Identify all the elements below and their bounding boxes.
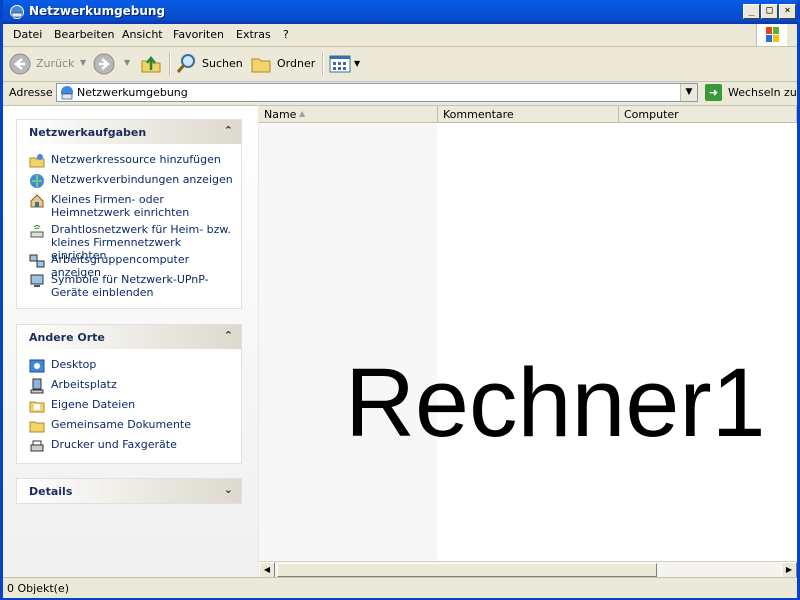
wireless-network-icon (30, 225, 44, 238)
address-dropdown-icon[interactable]: ▼ (680, 84, 697, 101)
back-button[interactable]: Zurück (9, 52, 79, 76)
address-bar: Adresse Netzwerkumgebung ▼ ➜ Wechseln zu (3, 82, 797, 104)
details-panel: Details ⌄ (16, 478, 242, 504)
windows-logo (756, 24, 787, 46)
menu-ansicht[interactable]: Ansicht (122, 28, 163, 41)
place-label: Drucker und Faxgeräte (51, 438, 177, 451)
forward-button[interactable] (93, 52, 117, 76)
status-bar: 0 Objekt(e) (3, 577, 797, 598)
up-folder-button[interactable] (140, 52, 164, 76)
back-label: Zurück (36, 57, 75, 70)
search-icon (176, 54, 195, 73)
back-dropdown-icon[interactable]: ▼ (80, 58, 86, 67)
upnp-devices-icon (30, 274, 44, 287)
toolbar-separator (169, 52, 171, 76)
explorer-window: Netzwerkumgebung _ □ × Datei Bearbeiten … (0, 0, 800, 600)
status-text: 0 Objekt(e) (7, 582, 69, 595)
column-header-label: Name (264, 108, 297, 121)
details-header[interactable]: Details ⌄ (17, 479, 241, 503)
horizontal-scrollbar[interactable]: ◀ ▶ (259, 561, 797, 578)
column-header-label: Computer (624, 108, 679, 121)
go-label: Wechseln zu (728, 86, 797, 99)
column-header-computer[interactable]: Computer (619, 106, 797, 123)
place-label: Arbeitsplatz (51, 378, 117, 391)
shared-documents-icon (29, 421, 45, 433)
network-places-icon (10, 5, 24, 19)
windows-flag-icon (766, 27, 779, 42)
column-header-name[interactable]: Name ▲ (259, 106, 438, 123)
my-computer-icon (30, 378, 44, 394)
close-button[interactable]: × (779, 4, 796, 19)
task-show-upnp-icons[interactable]: Symbole für Netzwerk-UPnP-Geräte einblen… (29, 273, 234, 301)
title-bar[interactable]: Netzwerkumgebung _ □ × (3, 0, 797, 24)
menu-favoriten[interactable]: Favoriten (173, 28, 224, 41)
menu-help[interactable]: ? (283, 28, 289, 41)
other-places-title: Andere Orte (29, 331, 105, 344)
scroll-right-icon[interactable]: ▶ (781, 562, 797, 578)
network-tasks-panel: Netzwerkaufgaben ⌃ Netzwerkressource hin… (16, 119, 242, 309)
address-label: Adresse (9, 86, 53, 99)
toolbar: Zurück ▼ ▼ Suchen Ordner ▼ (3, 47, 797, 82)
forward-dropdown-icon[interactable]: ▼ (124, 58, 130, 67)
folders-icon (251, 58, 271, 73)
sorted-column-highlight (259, 123, 437, 563)
minimize-button[interactable]: _ (743, 4, 760, 19)
forward-arrow-icon (93, 53, 115, 75)
other-places-header[interactable]: Andere Orte ⌃ (17, 325, 241, 349)
go-arrow-icon: ➜ (705, 84, 722, 101)
address-value: Netzwerkumgebung (77, 86, 188, 99)
search-button[interactable]: Suchen (175, 52, 243, 76)
go-button[interactable]: ➜ Wechseln zu (705, 83, 797, 102)
place-label: Gemeinsame Dokumente (51, 418, 191, 431)
maximize-button[interactable]: □ (761, 4, 778, 19)
task-setup-home-network[interactable]: Kleines Firmen- oder Heimnetzwerk einric… (29, 193, 234, 221)
details-title: Details (29, 485, 73, 498)
sort-ascending-icon: ▲ (299, 109, 306, 118)
collapse-icon[interactable]: ⌃ (224, 329, 233, 342)
menu-datei[interactable]: Datei (13, 28, 42, 41)
task-label: Kleines Firmen- oder Heimnetzwerk einric… (51, 193, 190, 219)
menu-bar: Datei Bearbeiten Ansicht Favoriten Extra… (3, 24, 797, 47)
search-label: Suchen (202, 57, 243, 70)
network-places-icon (61, 86, 73, 100)
scroll-thumb[interactable] (277, 563, 657, 577)
folders-label: Ordner (277, 57, 316, 70)
scroll-left-icon[interactable]: ◀ (259, 562, 275, 578)
task-pane: Netzwerkaufgaben ⌃ Netzwerkressource hin… (3, 105, 258, 577)
workgroup-computers-icon (29, 254, 45, 268)
printers-faxes-icon (30, 440, 44, 452)
home-network-icon (30, 194, 44, 208)
views-dropdown-icon: ▼ (354, 59, 361, 68)
file-list[interactable]: Name ▲ Kommentare Computer Rechner1 (259, 105, 797, 563)
desktop-icon (29, 359, 45, 373)
task-label: Netzwerkverbindungen anzeigen (51, 173, 233, 186)
address-input[interactable]: Netzwerkumgebung ▼ (56, 83, 698, 102)
task-setup-wireless-network[interactable]: Drahtlosnetzwerk für Heim- bzw. kleines … (29, 223, 234, 262)
column-header-comments[interactable]: Kommentare (438, 106, 619, 123)
column-header-label: Kommentare (443, 108, 514, 121)
collapse-icon[interactable]: ⌃ (224, 124, 233, 137)
add-network-place-icon (29, 154, 45, 168)
window-title: Netzwerkumgebung (29, 4, 166, 18)
network-connections-icon (30, 174, 44, 188)
other-places-panel: Andere Orte ⌃ Desktop Arbeitsplatz Eigen… (16, 324, 242, 464)
network-tasks-title: Netzwerkaufgaben (29, 126, 147, 139)
folders-button[interactable]: Ordner (250, 52, 316, 76)
up-folder-icon (141, 55, 161, 73)
toolbar-separator (322, 52, 324, 76)
task-label: Netzwerkressource hinzufügen (51, 153, 221, 166)
place-label: Desktop (51, 358, 97, 371)
expand-icon[interactable]: ⌄ (224, 483, 233, 496)
menu-bearbeiten[interactable]: Bearbeiten (54, 28, 114, 41)
views-button[interactable]: ▼ (329, 52, 363, 76)
place-label: Eigene Dateien (51, 398, 136, 411)
task-label: Symbole für Netzwerk-UPnP-Geräte einblen… (51, 273, 209, 299)
network-tasks-header[interactable]: Netzwerkaufgaben ⌃ (17, 120, 241, 144)
overlay-caption: Rechner1 (345, 348, 766, 457)
menu-extras[interactable]: Extras (236, 28, 271, 41)
back-arrow-icon (9, 53, 31, 75)
my-documents-icon (29, 401, 45, 413)
views-icon (329, 55, 351, 73)
